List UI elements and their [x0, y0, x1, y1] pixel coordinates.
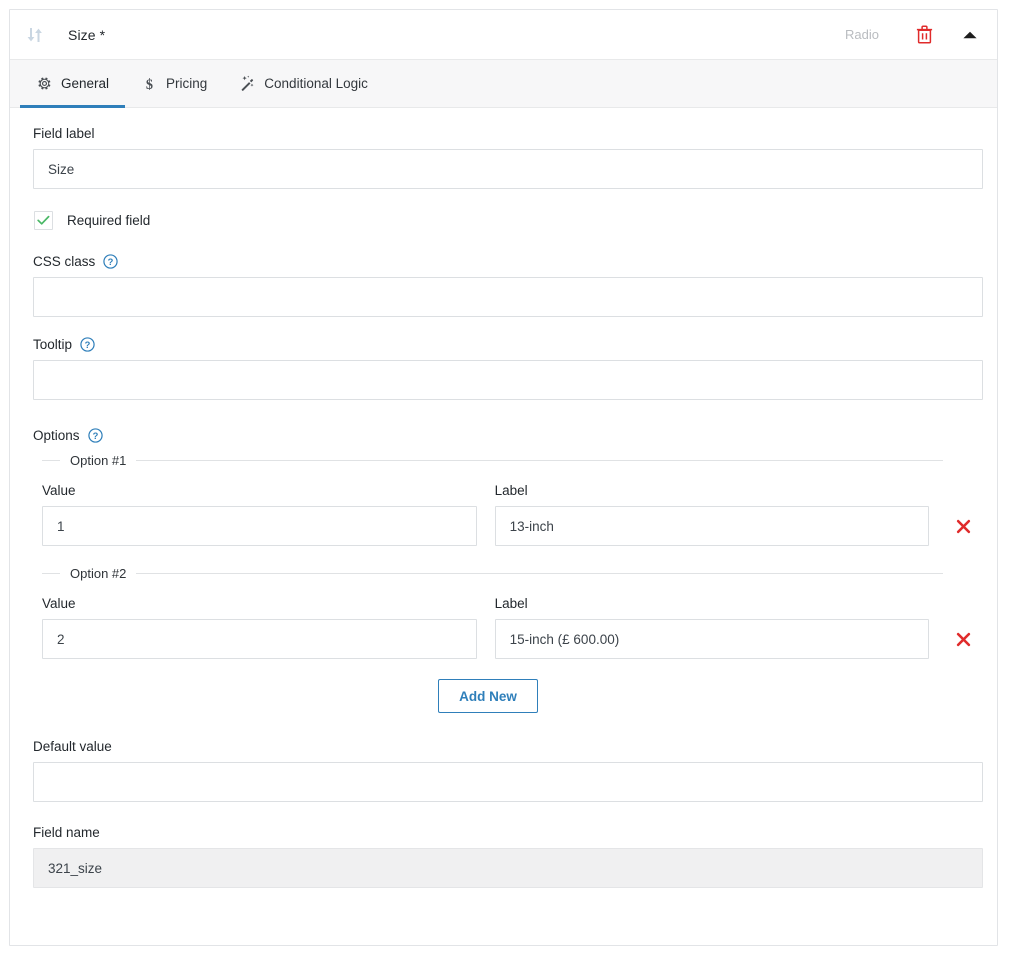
field-title: Size * [68, 26, 106, 43]
svg-text:?: ? [92, 431, 98, 441]
field-label-group: Field label [33, 126, 983, 189]
options-section: Options ? Option #1 Value 1 Label 13-inc… [33, 428, 974, 713]
css-class-group: CSS class ? [33, 254, 983, 317]
css-class-caption: CSS class ? [33, 254, 974, 269]
tab-conditional-logic-label: Conditional Logic [264, 76, 368, 91]
field-type-badge: Radio [845, 27, 879, 42]
css-class-input[interactable] [33, 277, 983, 317]
tooltip-label-text: Tooltip [33, 337, 73, 352]
option-label-col: Label [494, 596, 930, 659]
svg-text:$: $ [145, 76, 152, 91]
option-row: Value Label [42, 596, 974, 659]
option-row: Value Label [42, 483, 974, 546]
tab-pricing[interactable]: $ Pricing [125, 60, 223, 107]
general-settings-body: Field label Required field CSS class ? [10, 108, 997, 888]
option-legend-text: Option #1 [70, 452, 127, 468]
red-x-icon [956, 632, 970, 646]
tooltip-input[interactable] [33, 360, 983, 400]
settings-tabs: General $ Pricing Conditional Logic [10, 60, 997, 108]
css-class-label-text: CSS class [33, 254, 96, 269]
legend-line [136, 459, 943, 461]
trash-icon [916, 25, 932, 44]
option-label-input[interactable] [494, 506, 930, 546]
remove-option-button[interactable] [952, 619, 974, 659]
field-settings-panel: Size * Radio General $ Pricing Condition… [9, 9, 998, 946]
option-label-label: Label [494, 483, 528, 498]
required-field-label: Required field [67, 213, 151, 228]
options-label-text: Options [33, 428, 80, 443]
option-legend-text: Option #2 [70, 565, 127, 581]
option-legend: Option #1 [42, 449, 974, 471]
option-value-col: Value [42, 483, 477, 546]
required-field-row[interactable]: Required field [34, 211, 974, 230]
default-value-group: Default value [33, 739, 983, 802]
check-icon [37, 215, 50, 225]
red-x-icon [956, 519, 970, 533]
gear-icon [36, 76, 52, 92]
chevron-up-icon [963, 31, 977, 38]
question-circle-icon[interactable]: ? [80, 337, 95, 352]
option-value-input[interactable] [42, 619, 477, 659]
magic-wand-icon [239, 75, 255, 92]
tab-general[interactable]: General [20, 60, 126, 108]
option-label-col: Label [494, 483, 930, 546]
tooltip-group: Tooltip ? [33, 337, 983, 400]
option-value-col: Value [42, 596, 477, 659]
legend-dash [42, 572, 60, 574]
required-field-checkbox[interactable] [34, 211, 53, 230]
option-group: Option #2 Value Label [42, 562, 974, 659]
add-new-option-button[interactable]: Add New [438, 679, 538, 713]
question-circle-icon[interactable]: ? [87, 428, 103, 443]
tab-pricing-label: Pricing [166, 76, 208, 91]
option-group: Option #1 Value Label [42, 449, 974, 546]
dollar-icon: $ [141, 76, 157, 91]
option-value-label: Value [42, 596, 76, 611]
field-label-text: Field label [33, 126, 95, 141]
default-value-caption: Default value [33, 739, 974, 754]
collapse-field-button[interactable] [955, 20, 985, 50]
tooltip-caption: Tooltip ? [33, 337, 974, 352]
option-label-label: Label [494, 596, 528, 611]
field-name-label-text: Field name [33, 825, 100, 840]
field-name-group: Field name [33, 825, 983, 888]
delete-field-button[interactable] [909, 20, 939, 50]
field-label-caption: Field label [33, 126, 974, 141]
option-value-label: Value [42, 483, 76, 498]
field-header: Size * Radio [10, 10, 997, 60]
default-value-label-text: Default value [33, 739, 112, 754]
option-label-input[interactable] [494, 619, 930, 659]
field-header-actions: Radio [845, 20, 985, 50]
remove-option-button[interactable] [952, 506, 974, 546]
question-circle-icon[interactable]: ? [103, 254, 118, 269]
add-new-wrap: Add New [33, 679, 974, 713]
option-legend: Option #2 [42, 562, 974, 584]
legend-dash [42, 459, 60, 461]
legend-line [136, 572, 943, 574]
field-name-caption: Field name [33, 825, 974, 840]
field-name-input [33, 848, 983, 888]
tab-conditional-logic[interactable]: Conditional Logic [223, 60, 384, 107]
option-value-input[interactable] [42, 506, 477, 546]
tab-general-label: General [61, 76, 110, 91]
default-value-input[interactable] [33, 762, 983, 802]
svg-text:?: ? [85, 340, 91, 350]
sort-drag-icon[interactable] [22, 22, 48, 48]
svg-text:?: ? [108, 257, 114, 267]
field-label-input[interactable] [33, 149, 983, 189]
options-caption: Options ? [33, 428, 974, 443]
